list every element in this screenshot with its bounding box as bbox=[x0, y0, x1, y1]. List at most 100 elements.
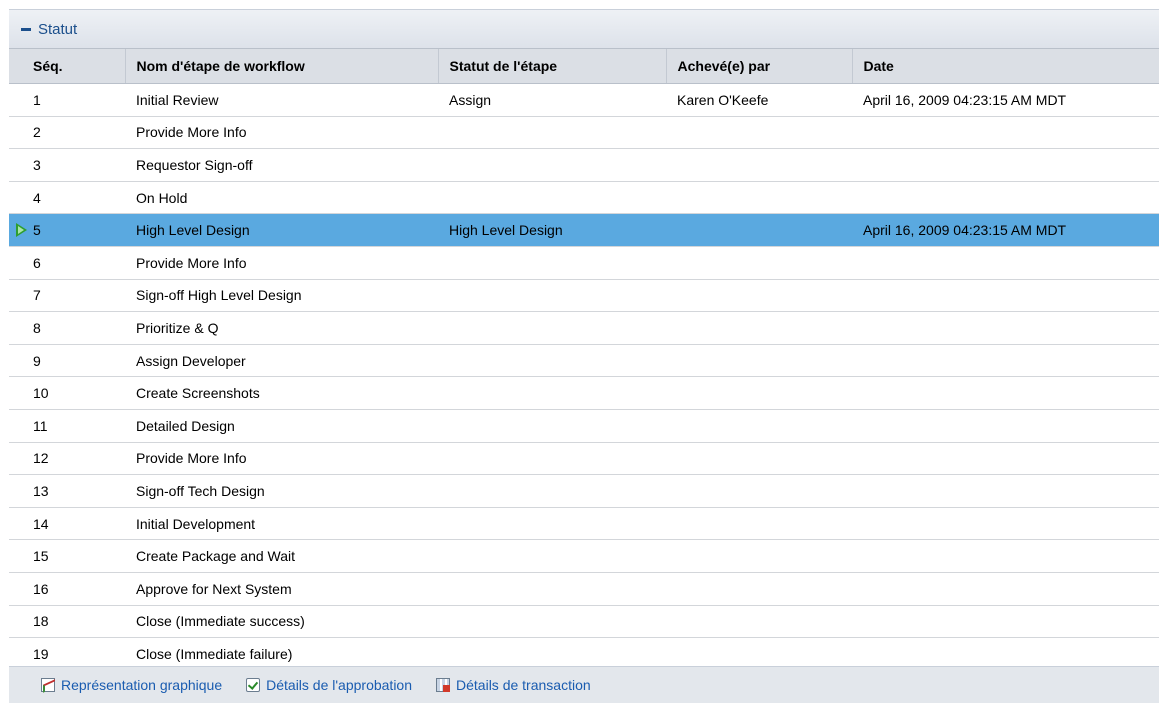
minus-icon[interactable] bbox=[21, 27, 31, 31]
cell-seq-text: 15 bbox=[33, 548, 49, 565]
table-row[interactable]: 9 Assign Developer bbox=[9, 344, 1159, 378]
cell-date bbox=[852, 116, 1159, 150]
section-title: Statut bbox=[38, 20, 78, 38]
table-row[interactable]: 11 Detailed Design bbox=[9, 409, 1159, 443]
table-row[interactable]: 5 High Level Design High Level Design April… bbox=[9, 213, 1159, 247]
table-row[interactable]: 12 Provide More Info bbox=[9, 442, 1159, 476]
table-row[interactable]: 7 Sign-off High Level Design bbox=[9, 279, 1159, 313]
cell-step-name: Provide More Info bbox=[125, 442, 438, 476]
cell-date bbox=[852, 409, 1159, 443]
table-row[interactable]: 16 Approve for Next System bbox=[9, 572, 1159, 606]
column-header-step-name[interactable]: Nom d'étape de workflow bbox=[124, 48, 438, 84]
cell-seq: 9 bbox=[9, 344, 125, 378]
table-row[interactable]: 15 Create Package and Wait bbox=[9, 539, 1159, 573]
table-row[interactable]: 6 Provide More Info bbox=[9, 246, 1159, 280]
column-header-seq[interactable]: Séq. bbox=[9, 48, 125, 84]
cell-step-name-text: Provide More Info bbox=[136, 254, 247, 271]
cell-step-status bbox=[438, 344, 666, 378]
cell-step-name-text: On Hold bbox=[136, 189, 188, 206]
cell-completed-by bbox=[666, 605, 852, 639]
cell-date bbox=[852, 181, 1159, 215]
cell-step-status bbox=[438, 572, 666, 606]
cell-seq: 8 bbox=[9, 311, 125, 345]
cell-seq-text: 12 bbox=[33, 450, 49, 467]
column-header-completed-by[interactable]: Achevé(e) par bbox=[665, 48, 852, 84]
cell-seq-text: 19 bbox=[33, 645, 49, 662]
cell-step-status bbox=[438, 311, 666, 345]
cell-step-name-text: Requestor Sign-off bbox=[136, 156, 253, 173]
cell-step-name-text: Close (Immediate failure) bbox=[136, 645, 293, 662]
cell-step-status bbox=[438, 246, 666, 280]
cell-seq-text: 11 bbox=[33, 417, 48, 434]
section-header-statut[interactable]: Statut bbox=[9, 9, 1159, 48]
checkbox-icon bbox=[246, 678, 261, 692]
cell-step-name: Approve for Next System bbox=[125, 572, 438, 606]
table-row[interactable]: 3 Requestor Sign-off bbox=[9, 148, 1159, 182]
cell-completed-by bbox=[666, 376, 852, 410]
cell-step-name: On Hold bbox=[125, 181, 438, 215]
table-row[interactable]: 1 Initial Review Assign Karen O'Keefe April … bbox=[9, 83, 1159, 117]
cell-seq-text: 14 bbox=[33, 515, 49, 532]
cell-date bbox=[852, 148, 1159, 182]
cell-date bbox=[852, 474, 1159, 508]
table-row[interactable]: 8 Prioritize & Q bbox=[9, 311, 1159, 345]
cell-completed-by bbox=[666, 181, 852, 215]
table-row[interactable]: 13 Sign-off Tech Design bbox=[9, 474, 1159, 508]
cell-step-status-text: High Level Design bbox=[449, 222, 563, 239]
cell-step-name-text: Assign Developer bbox=[136, 352, 246, 369]
cell-step-status bbox=[438, 116, 666, 150]
table-row[interactable]: 14 Initial Development bbox=[9, 507, 1159, 541]
cell-step-status bbox=[438, 279, 666, 313]
cell-step-status bbox=[438, 409, 666, 443]
cell-completed-by bbox=[666, 539, 852, 573]
cell-step-status bbox=[438, 474, 666, 508]
cell-completed-by bbox=[666, 442, 852, 476]
cell-step-name: Create Package and Wait bbox=[125, 539, 438, 573]
cell-date: April 16, 2009 04:23:15 AM MDT bbox=[852, 213, 1159, 247]
cell-seq-text: 18 bbox=[33, 613, 49, 630]
cell-date-text: April 16, 2009 04:23:15 AM MDT bbox=[863, 222, 1067, 239]
cell-seq: 4 bbox=[9, 181, 125, 215]
approval-details-link[interactable]: Détails de l'approbation bbox=[246, 677, 412, 693]
cell-date bbox=[852, 376, 1159, 410]
cell-date bbox=[852, 246, 1159, 280]
cell-seq: 13 bbox=[9, 474, 125, 508]
cell-date bbox=[852, 539, 1159, 573]
table-row[interactable]: 18 Close (Immediate success) bbox=[9, 605, 1159, 639]
cell-seq: 6 bbox=[9, 246, 125, 280]
cell-completed-by bbox=[666, 116, 852, 150]
cell-completed-by bbox=[666, 507, 852, 541]
cell-seq: 1 bbox=[9, 83, 125, 117]
cell-step-name: Close (Immediate success) bbox=[125, 605, 438, 639]
cell-step-status: Assign bbox=[438, 83, 666, 117]
cell-step-name-text: Detailed Design bbox=[136, 417, 235, 434]
cell-completed-by bbox=[666, 311, 852, 345]
cell-seq-text: 2 bbox=[33, 124, 41, 141]
table-row[interactable]: 2 Provide More Info bbox=[9, 116, 1159, 150]
cell-step-name-text: Create Screenshots bbox=[136, 385, 260, 402]
top-strip bbox=[0, 0, 1159, 9]
column-header-date[interactable]: Date bbox=[851, 48, 1159, 84]
cell-step-status bbox=[438, 181, 666, 215]
cell-seq-text: 13 bbox=[33, 482, 49, 499]
cell-step-name-text: Create Package and Wait bbox=[136, 548, 296, 565]
cell-seq-text: 3 bbox=[33, 156, 41, 173]
column-header-step-status[interactable]: Statut de l'étape bbox=[437, 48, 666, 84]
cell-step-name: Assign Developer bbox=[125, 344, 438, 378]
graphical-view-link[interactable]: Représentation graphique bbox=[41, 677, 222, 693]
workflow-steps-table: Séq. Nom d'étape de workflow Statut de l… bbox=[9, 48, 1159, 671]
transaction-details-link[interactable]: Détails de transaction bbox=[436, 677, 591, 693]
cell-date bbox=[852, 572, 1159, 606]
cell-seq: 18 bbox=[9, 605, 125, 639]
cell-step-name-text: Initial Development bbox=[136, 515, 256, 532]
cell-date bbox=[852, 442, 1159, 476]
cell-step-name: Requestor Sign-off bbox=[125, 148, 438, 182]
cell-step-name: Prioritize & Q bbox=[125, 311, 438, 345]
table-row[interactable]: 4 On Hold bbox=[9, 181, 1159, 215]
cell-step-status-text: Assign bbox=[449, 91, 492, 108]
cell-step-status bbox=[438, 148, 666, 182]
cell-seq-text: 10 bbox=[33, 385, 49, 402]
table-row[interactable]: 10 Create Screenshots bbox=[9, 376, 1159, 410]
cell-step-name-text: Provide More Info bbox=[136, 124, 247, 141]
cell-seq: 16 bbox=[9, 572, 125, 606]
